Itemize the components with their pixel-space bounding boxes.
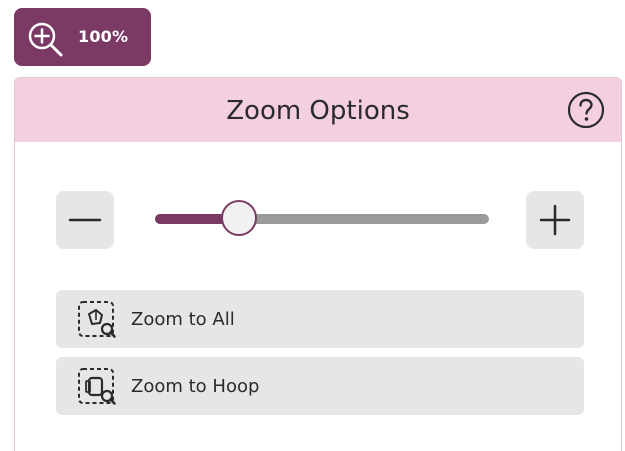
zoom-to-all-icon	[78, 301, 116, 338]
zoom-to-hoop-label: Zoom to Hoop	[131, 376, 260, 397]
zoom-to-all-label: Zoom to All	[131, 309, 235, 330]
zoom-options-panel: Zoom Options Zoom to All Zoom to Hoop	[14, 77, 622, 451]
zoom-out-button[interactable]	[56, 191, 114, 249]
plus-icon	[539, 204, 571, 236]
zoom-to-all-button[interactable]: Zoom to All	[56, 290, 584, 348]
zoom-in-button[interactable]	[526, 191, 584, 249]
panel-header: Zoom Options	[15, 78, 621, 142]
zoom-in-icon	[28, 22, 63, 57]
slider-thumb[interactable]	[221, 200, 257, 236]
help-icon[interactable]	[566, 90, 606, 130]
zoom-toggle-button[interactable]: 100%	[14, 8, 151, 66]
zoom-to-hoop-button[interactable]: Zoom to Hoop	[56, 357, 584, 415]
zoom-percentage: 100%	[78, 27, 129, 46]
zoom-to-hoop-icon	[78, 368, 116, 405]
zoom-slider[interactable]	[155, 200, 495, 240]
panel-title: Zoom Options	[226, 96, 410, 126]
minus-icon	[68, 218, 102, 222]
